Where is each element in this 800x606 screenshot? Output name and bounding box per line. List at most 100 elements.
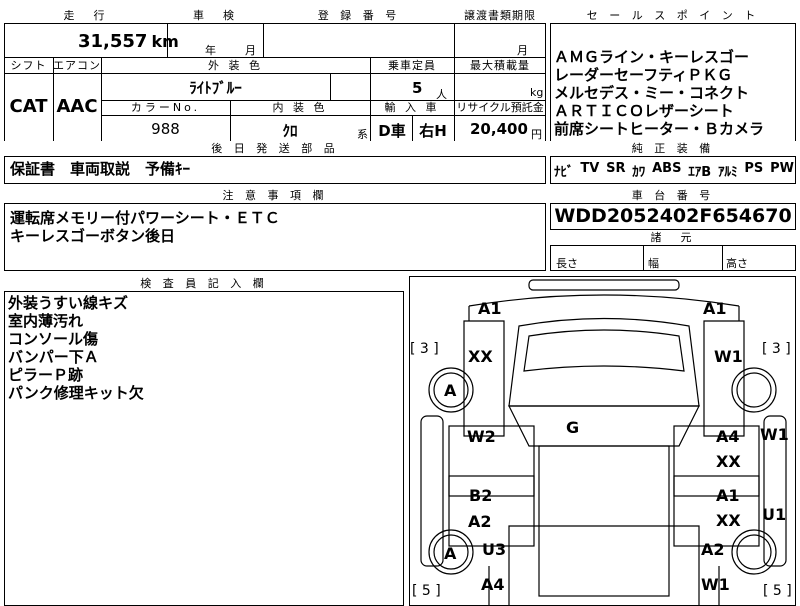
equipment-item: TV	[580, 161, 600, 176]
dmg-right-tire-count: [ 3 ]	[762, 341, 791, 357]
equipment-item: ｶﾜ	[632, 165, 646, 180]
dmg-roof: G	[566, 418, 580, 437]
dim-length-label: 長さ	[556, 257, 578, 270]
exterior-color-value: ﾗｲﾄﾌﾞﾙｰ	[189, 79, 242, 97]
front-right-wheel-shape	[731, 367, 777, 413]
note-line: キーレスゴーボタン後日	[10, 227, 176, 245]
dmg-left-rear-door2: A2	[468, 512, 492, 531]
inspector-line: 外装うすい線キズ	[8, 294, 129, 312]
notes-list: 運転席メモリー付パワーシート・ＥＴＣ キーレスゴーボタン後日	[10, 209, 280, 245]
exterior-color-header: 外 装 色	[208, 59, 263, 72]
color-no-value: 988	[151, 120, 180, 138]
later-parts-value: 保証書 車両取説 予備ｷｰ	[10, 160, 191, 178]
sales-points-header: セ ー ル ス ポ イ ン ト	[550, 8, 796, 24]
mileage-header: 走 行	[4, 8, 168, 24]
inspector-line: コンソール傷	[8, 330, 99, 348]
notes-header: 注 意 事 項 欄	[4, 188, 546, 204]
dmg-right-rear-door: A1	[716, 486, 740, 505]
dmg-right-rear-sill: U1	[762, 505, 787, 524]
chassis-value: WDD2052402F654670	[554, 205, 792, 227]
sales-points-list: ＡＭＧライン・キーレスゴー レーダーセーフティＰＫＧ メルセデス・ミー・コネクト…	[554, 48, 794, 138]
dmg-front-right-fender: W1	[714, 347, 743, 366]
dimensions-header: 諸 元	[550, 230, 796, 246]
interior-color-value: ｸﾛ	[282, 122, 298, 140]
ac-header: エアコン	[53, 59, 101, 72]
dmg-rear-right-bumper: W1	[701, 575, 730, 594]
color-no-header: カラーNo.	[130, 101, 201, 114]
dim-height-label: 高さ	[726, 257, 748, 270]
equipment-item: ｱﾙﾐ	[718, 165, 738, 180]
front-bumper-line	[468, 294, 740, 307]
dmg-front-left-bumper: A1	[478, 299, 502, 318]
dmg-left-rear-door: B2	[469, 486, 493, 505]
equipment-item: PS	[744, 161, 764, 176]
dmg-right-bottom-count: [ 5 ]	[763, 583, 792, 599]
note-line: 運転席メモリー付パワーシート・ＥＴＣ	[10, 209, 280, 227]
import-header: 輸 入 車	[384, 101, 440, 114]
recycle-value: 20,400	[470, 120, 528, 138]
equipment-item: PW	[770, 161, 794, 176]
rear-right-wheel-shape	[731, 529, 777, 575]
inspection-header: 車 検	[167, 8, 264, 24]
rear-shape	[508, 525, 700, 606]
windshield-shape	[508, 405, 700, 447]
registration-header: 登 録 番 号	[263, 8, 455, 24]
dmg-left-bottom-count: [ 5 ]	[412, 583, 441, 599]
import-value: D車	[378, 122, 406, 140]
inspector-line: パンク修理キット欠	[8, 384, 144, 402]
dmg-front-left-wheel: A	[444, 381, 457, 400]
ac-value: AAC	[56, 96, 98, 117]
equipment-item: ﾅﾋﾞ	[554, 165, 574, 180]
inspection-month-unit: 月	[245, 44, 256, 57]
equipment-item: ｴｱB	[688, 165, 712, 180]
dmg-right-front-door: A4	[716, 427, 740, 446]
inspector-line: 室内薄汚れ	[8, 312, 84, 330]
inspector-line: ピラーＰ跡	[8, 366, 84, 384]
steering-value: 右H	[419, 122, 447, 140]
equipment-item: SR	[606, 161, 626, 176]
roof-shape	[538, 445, 670, 597]
shift-value: CAT	[9, 96, 48, 117]
max-load-header: 最大積載量	[470, 59, 530, 72]
dmg-right-front-door2: XX	[716, 452, 741, 471]
equipment-list: ﾅﾋﾞ TV SR ｶﾜ ABS ｴｱB ｱﾙﾐ PS PW	[554, 161, 794, 180]
dmg-rear-right-fender: A2	[701, 540, 725, 559]
sales-point-line: ＡＲＴＩＣＯレザーシート	[554, 102, 734, 120]
sales-point-line: メルセデス・ミー・コネクト	[554, 84, 750, 102]
sales-point-line: レーダーセーフティＰＫＧ	[554, 66, 733, 84]
capacity-value: 5	[412, 79, 423, 97]
shift-header: シフト	[10, 59, 47, 72]
mileage-value: 31,557 km	[78, 31, 179, 52]
chassis-header: 車 台 番 号	[550, 188, 796, 204]
dmg-front-left-fender: XX	[468, 347, 493, 366]
inspection-year-unit: 年	[205, 44, 216, 57]
recycle-header: リサイクル預託金	[456, 101, 544, 114]
dmg-front-right-bumper: A1	[703, 299, 727, 318]
dim-width-label: 幅	[648, 257, 659, 270]
load-unit: kg	[530, 86, 544, 99]
equipment-header: 純 正 装 備	[550, 141, 796, 157]
inspector-header: 検 査 員 記 入 欄	[4, 276, 404, 292]
front-right-fender-shape	[703, 320, 745, 437]
inspector-list: 外装うすい線キズ 室内薄汚れ コンソール傷 バンパー下Ａ ピラーＰ跡 パンク修理…	[8, 294, 144, 402]
left-sill-shape	[420, 415, 444, 567]
capacity-header: 乗車定員	[388, 59, 436, 72]
interior-suffix: 系	[357, 128, 368, 141]
dmg-right-rear-door2: XX	[716, 511, 741, 530]
front-bumper-shape	[528, 279, 680, 291]
dmg-rear-left-wheel: A	[444, 544, 457, 563]
equipment-item: ABS	[652, 161, 682, 176]
recycle-unit: 円	[531, 128, 542, 141]
transfer-header: 譲渡書類期限	[454, 8, 546, 24]
sales-point-line: 前席シートヒーター・Ｂカメラ	[554, 120, 765, 138]
dmg-rear-left-fender: U3	[482, 540, 507, 559]
later-parts-header: 後 日 発 送 部 品	[4, 141, 546, 157]
sales-point-line: ＡＭＧライン・キーレスゴー	[554, 48, 750, 66]
inspector-line: バンパー下Ａ	[8, 348, 99, 366]
dmg-left-tire-count: [ 3 ]	[410, 341, 439, 357]
transfer-month-unit: 月	[517, 44, 528, 57]
interior-color-header: 内 装 色	[272, 101, 328, 114]
hood-shape	[508, 317, 700, 407]
dmg-rear-left-bumper: A4	[481, 575, 505, 594]
dmg-left-front-door: W2	[467, 427, 496, 446]
